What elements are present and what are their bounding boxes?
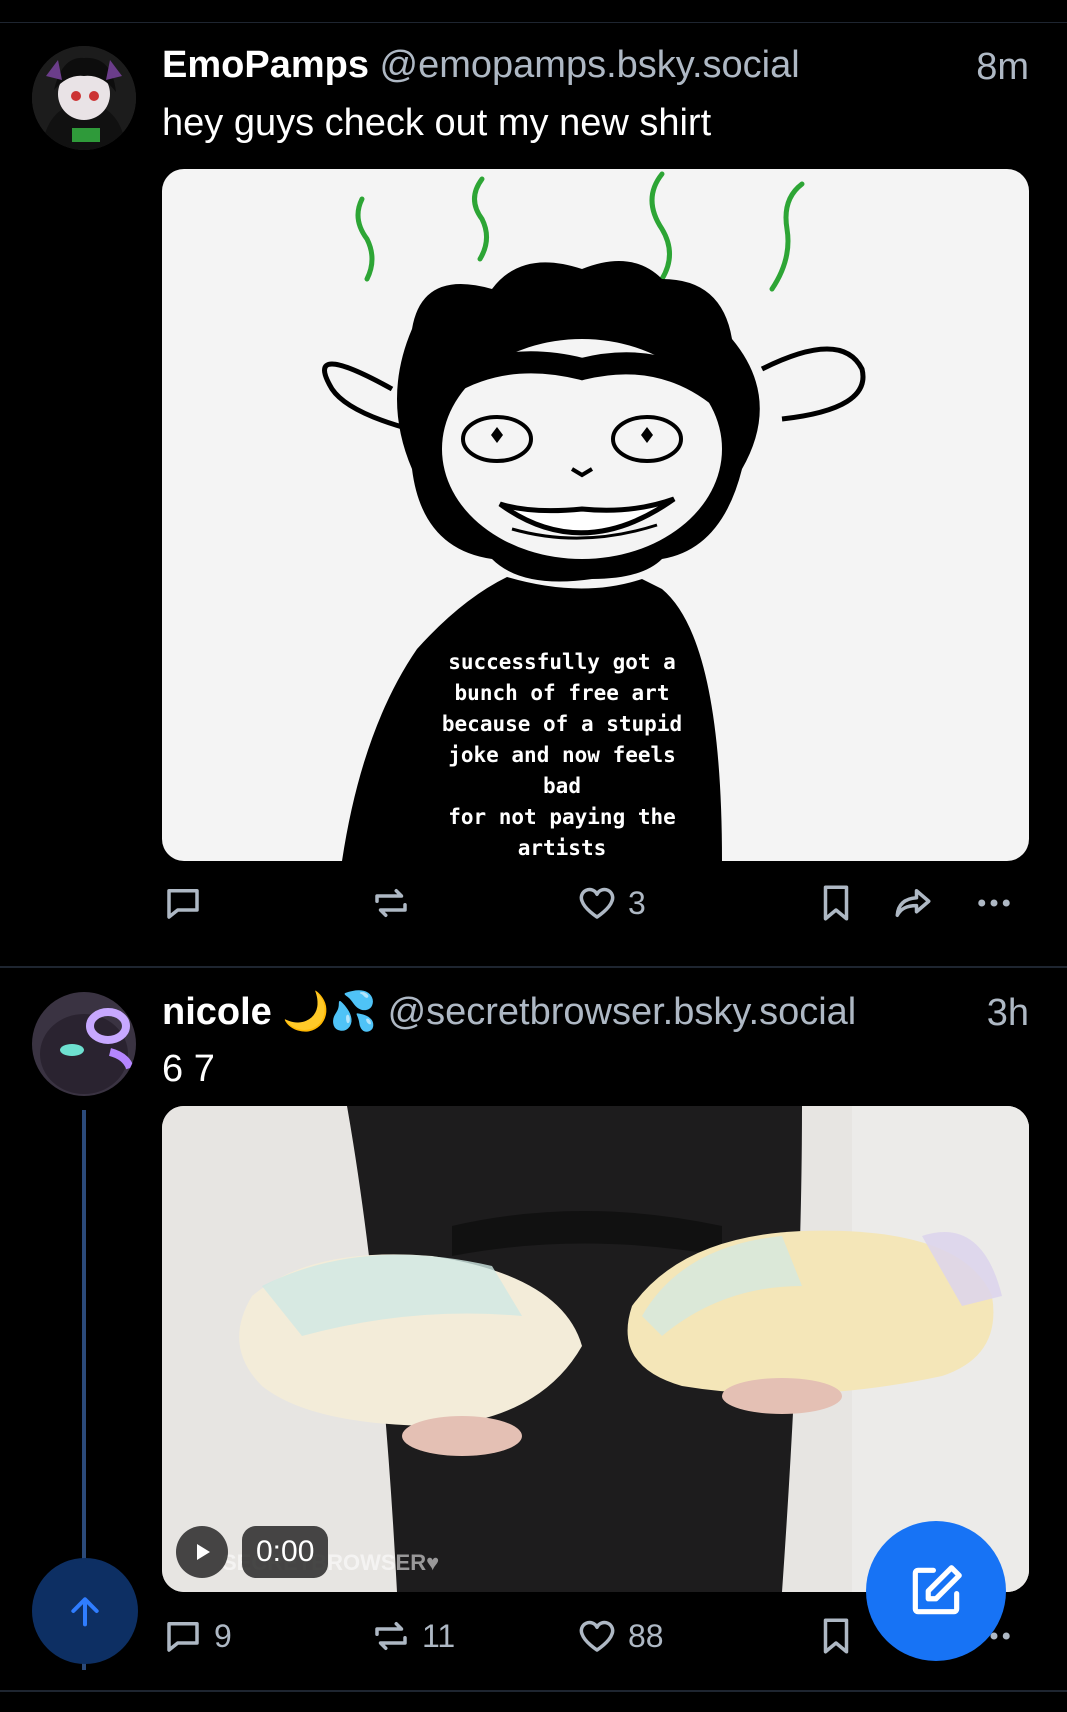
play-icon bbox=[197, 1544, 210, 1560]
display-name[interactable]: nicole 🌙💦 bbox=[162, 991, 377, 1033]
avatar[interactable] bbox=[32, 992, 136, 1096]
post-image[interactable]: successfully got a bunch of free art bec… bbox=[162, 169, 1029, 861]
more-button[interactable] bbox=[973, 882, 1015, 924]
handle[interactable]: @emopamps.bsky.social bbox=[380, 44, 800, 86]
compose-button[interactable] bbox=[866, 1521, 1006, 1661]
like-icon bbox=[579, 1620, 615, 1652]
repost-icon bbox=[375, 1622, 407, 1650]
bookmark-icon bbox=[823, 885, 849, 921]
share-icon bbox=[895, 889, 931, 917]
more-icon bbox=[978, 899, 1010, 907]
repost-button[interactable] bbox=[370, 882, 422, 924]
display-name[interactable]: EmoPamps bbox=[162, 44, 369, 86]
reply-button[interactable]: 9 bbox=[162, 1615, 232, 1657]
repost-button[interactable]: 11 bbox=[370, 1615, 455, 1657]
post-1[interactable]: EmoPamps @emopamps.bsky.social 8m hey gu… bbox=[0, 0, 1067, 968]
post-header: nicole 🌙💦 @secretbrowser.bsky.social bbox=[162, 990, 856, 1040]
like-count: 3 bbox=[628, 884, 646, 921]
reply-icon bbox=[167, 1622, 199, 1652]
post-time[interactable]: 3h bbox=[987, 992, 1029, 1035]
post-video[interactable]: SECRETBROWSER♥ 0:00 bbox=[162, 1106, 1029, 1592]
post-actions: 3 bbox=[0, 882, 1067, 942]
post-text: hey guys check out my new shirt bbox=[162, 102, 712, 144]
video-frame bbox=[162, 1106, 1029, 1592]
repost-count: 11 bbox=[422, 1617, 456, 1654]
avatar[interactable] bbox=[32, 46, 136, 150]
bottom-divider bbox=[0, 1690, 1067, 1692]
reply-button[interactable] bbox=[162, 882, 214, 924]
post-time[interactable]: 8m bbox=[976, 46, 1029, 89]
video-timestamp: 0:00 bbox=[242, 1526, 329, 1578]
handle[interactable]: @secretbrowser.bsky.social bbox=[388, 991, 857, 1033]
avatar-image bbox=[32, 46, 136, 150]
post-text: 6 7 bbox=[162, 1048, 215, 1090]
bookmark-button[interactable] bbox=[815, 1615, 857, 1657]
bookmark-button[interactable] bbox=[815, 882, 857, 924]
bookmark-icon bbox=[823, 1618, 849, 1654]
share-button[interactable] bbox=[892, 882, 934, 924]
reply-icon bbox=[167, 889, 199, 919]
avatar-image bbox=[32, 992, 136, 1096]
compose-icon bbox=[912, 1565, 962, 1615]
scroll-to-top-button[interactable] bbox=[32, 1558, 138, 1664]
like-count: 88 bbox=[628, 1617, 664, 1654]
shirt-caption: successfully got a bunch of free art bec… bbox=[441, 650, 683, 860]
repost-icon bbox=[375, 889, 407, 917]
reply-count: 9 bbox=[214, 1617, 232, 1654]
like-button[interactable]: 3 bbox=[576, 882, 646, 924]
like-button[interactable]: 88 bbox=[576, 1615, 664, 1657]
play-button[interactable] bbox=[176, 1526, 228, 1578]
video-controls: 0:00 bbox=[176, 1526, 329, 1578]
arrow-up-icon bbox=[71, 1597, 99, 1627]
post-header: EmoPamps @emopamps.bsky.social bbox=[162, 44, 800, 94]
like-icon bbox=[579, 887, 615, 919]
